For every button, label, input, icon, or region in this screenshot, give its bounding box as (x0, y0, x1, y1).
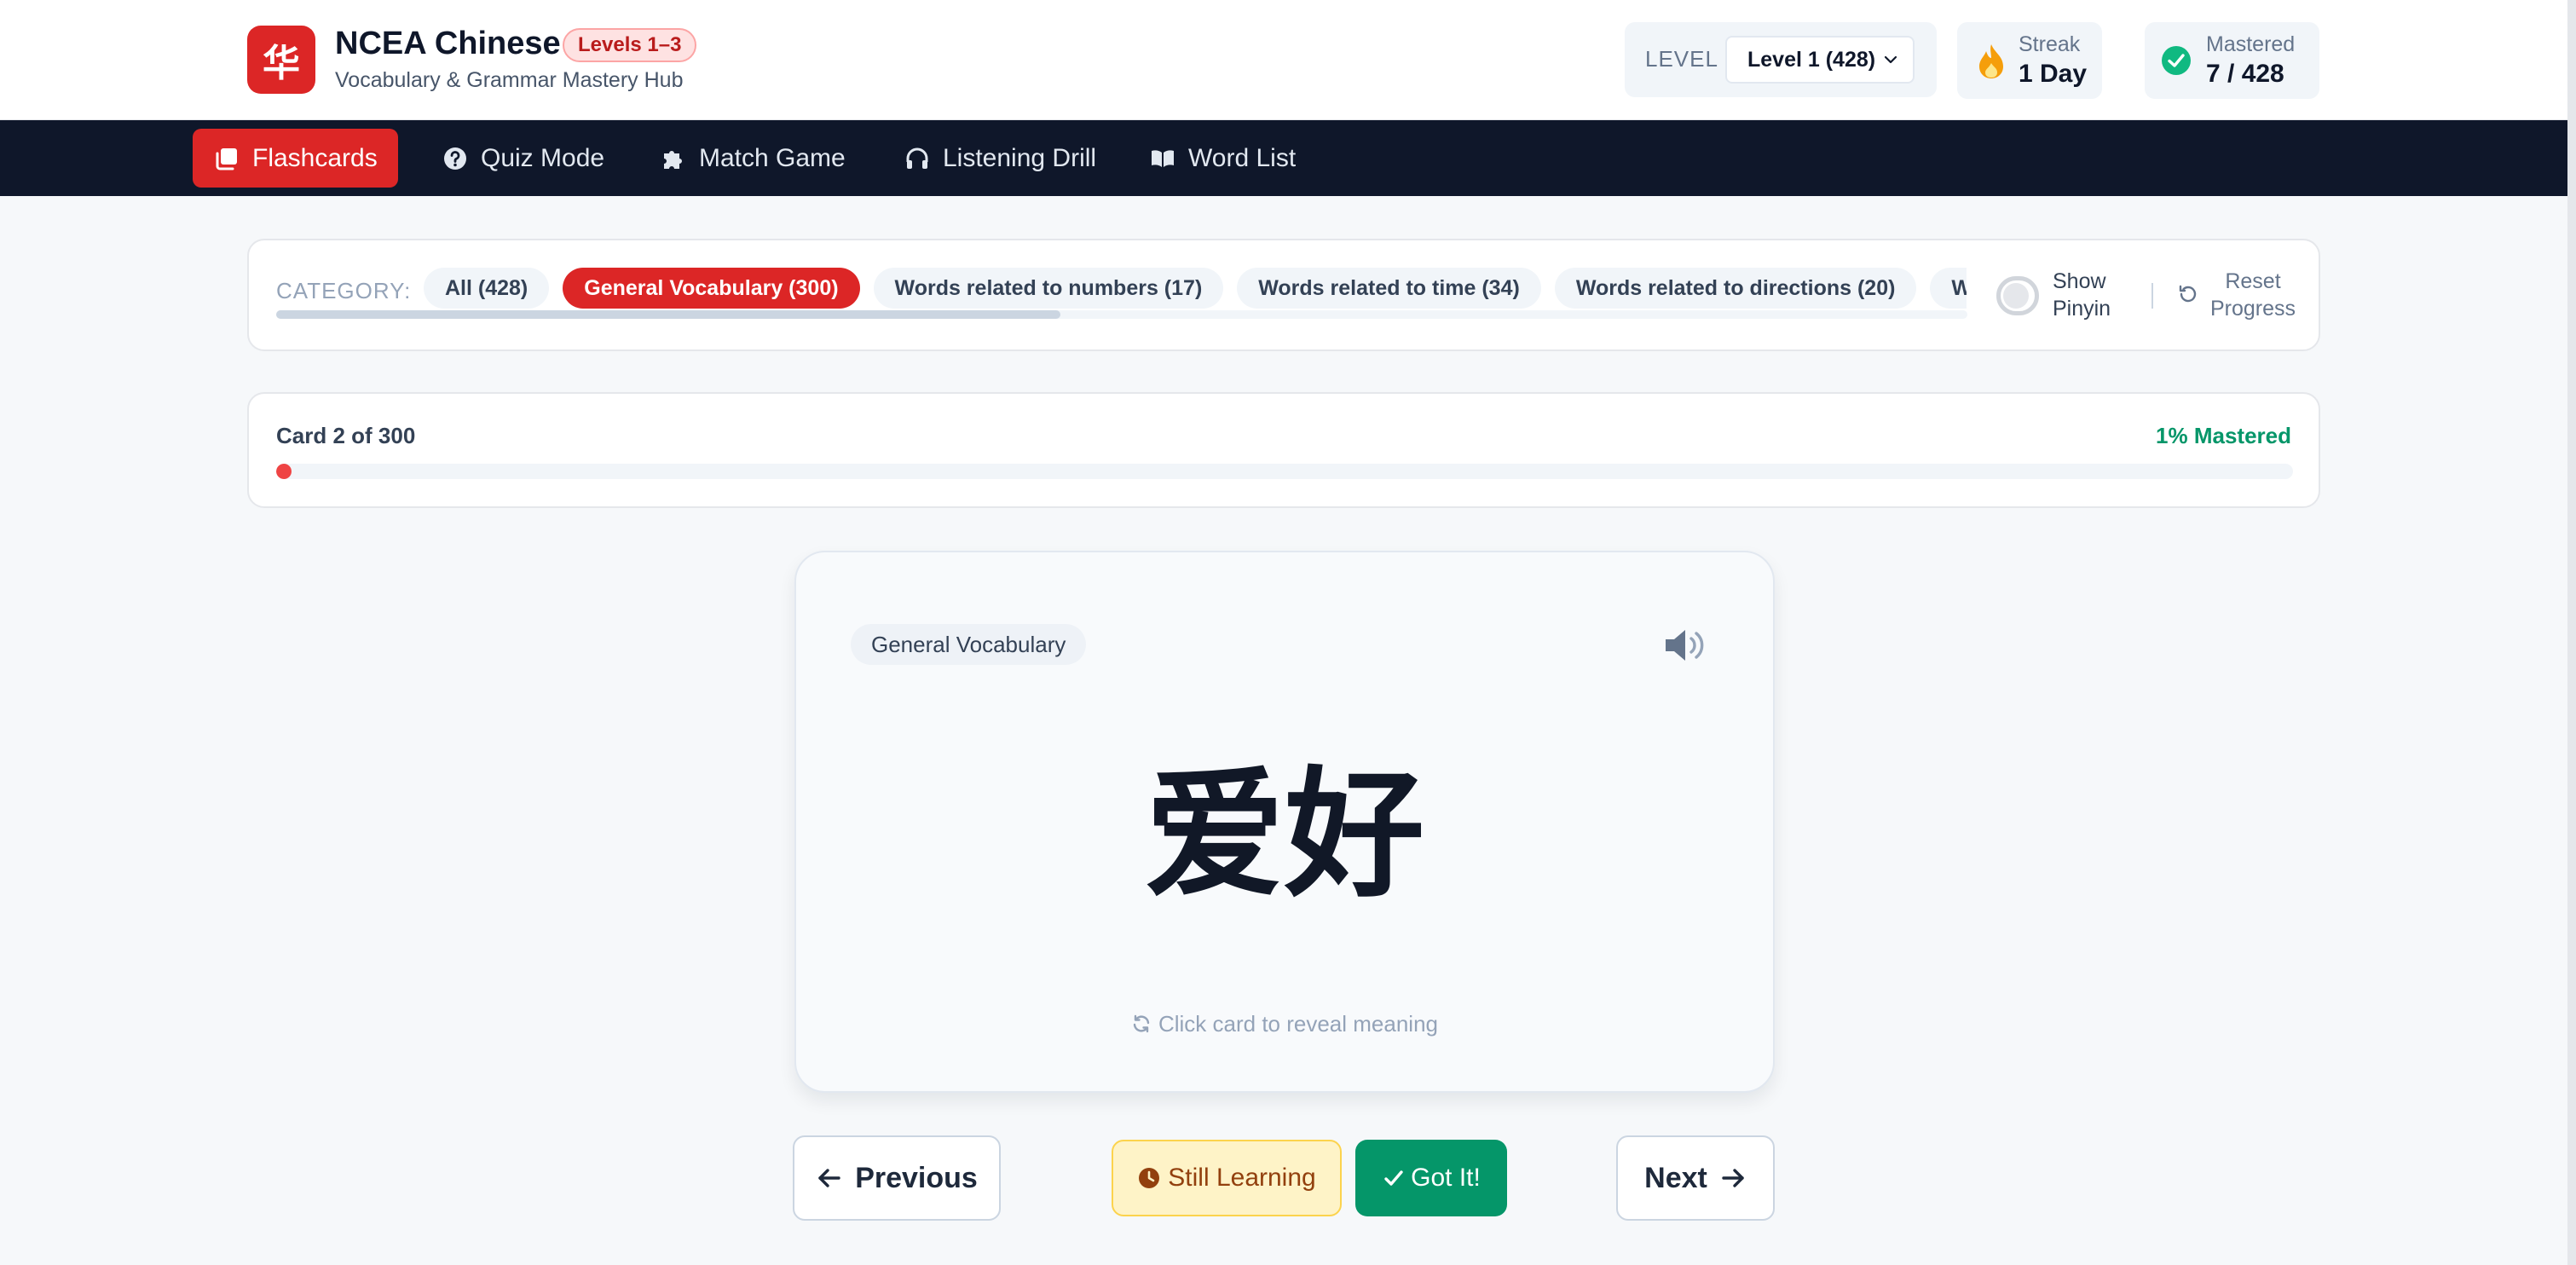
main-nav: Flashcards Quiz Mode Match Game Listenin… (0, 120, 2567, 196)
show-pinyin-label[interactable]: Show Pinyin (2053, 268, 2129, 322)
divider (2151, 283, 2153, 309)
streak-widget: Streak 1 Day (1957, 22, 2102, 99)
tab-listening-drill-label: Listening Drill (943, 143, 1097, 172)
category-label: CATEGORY: (276, 278, 412, 303)
category-chip-general-vocabulary[interactable]: General Vocabulary (300) (563, 268, 860, 309)
toggle-knob (2003, 283, 2029, 309)
category-scrollbar-thumb[interactable] (276, 310, 1060, 319)
tab-match-game-label: Match Game (699, 143, 846, 172)
previous-button[interactable]: Previous (793, 1135, 1001, 1221)
next-button[interactable]: Next (1616, 1135, 1775, 1221)
show-pinyin-toggle[interactable] (1996, 276, 2039, 315)
tab-match-game[interactable]: Match Game (639, 129, 866, 188)
streak-value: 1 Day (2019, 60, 2088, 88)
puzzle-icon (664, 150, 682, 169)
progress-bar (276, 464, 2293, 479)
reset-progress-button[interactable]: Reset Progress (2206, 268, 2300, 322)
card-hint: Click card to reveal meaning (796, 1011, 1773, 1037)
category-chip-time[interactable]: Words related to time (34) (1237, 268, 1541, 309)
category-panel: CATEGORY: All (428) General Vocabulary (3… (247, 239, 2320, 351)
mastered-percentage: 1% Mastered (2156, 423, 2291, 448)
levels-badge: Levels 1–3 (563, 28, 697, 62)
headphones-icon (906, 147, 928, 169)
tab-listening-drill[interactable]: Listening Drill (883, 129, 1117, 188)
app-title: NCEA Chinese (335, 26, 561, 61)
got-it-label: Got It! (1411, 1164, 1481, 1192)
speaker-icon[interactable] (1662, 626, 1710, 665)
tab-flashcards-label: Flashcards (252, 143, 378, 172)
clock-icon (1139, 1168, 1160, 1188)
level-label: LEVEL (1645, 46, 1718, 72)
level-select[interactable]: Level 1 (428) (1725, 36, 1915, 84)
card-counter: Card 2 of 300 (276, 423, 416, 448)
mastered-widget: Mastered 7 / 428 (2145, 22, 2319, 99)
flashcard[interactable]: General Vocabulary 爱好 Click card to reve… (794, 551, 1775, 1093)
refresh-icon (1133, 1014, 1150, 1033)
mastered-value: 7 / 428 (2206, 60, 2284, 88)
progress-bar-fill (276, 464, 292, 479)
next-label: Next (1644, 1161, 1707, 1194)
progress-panel: Card 2 of 300 1% Mastered (247, 392, 2320, 508)
app-logo: 华 (247, 26, 315, 94)
book-open-icon (1152, 149, 1174, 167)
category-chip-all[interactable]: All (428) (424, 268, 550, 309)
category-chip-truncated[interactable]: Word (1930, 268, 1967, 309)
question-circle-icon (444, 147, 466, 170)
still-learning-label: Still Learning (1168, 1164, 1316, 1192)
card-hanzi: 爱好 (1144, 754, 1424, 916)
cards-icon (216, 147, 237, 170)
tab-quiz-mode[interactable]: Quiz Mode (421, 129, 625, 188)
category-chip-list: All (428) General Vocabulary (300) Words r… (424, 268, 1967, 310)
app-header: 华 NCEA Chinese Levels 1–3 Vocabulary & G… (0, 0, 2567, 120)
window-scrollbar[interactable] (2567, 0, 2576, 1265)
level-selector-box: LEVEL Level 1 (428) (1625, 22, 1937, 97)
tab-flashcards[interactable]: Flashcards (193, 129, 398, 188)
category-chip-directions[interactable]: Words related to directions (20) (1554, 268, 1917, 309)
flame-icon (1979, 44, 2003, 78)
still-learning-button[interactable]: Still Learning (1112, 1140, 1342, 1216)
chevron-down-icon (1884, 55, 1897, 64)
check-icon (1384, 1170, 1403, 1186)
level-select-value: Level 1 (428) (1747, 47, 1876, 72)
arrow-left-icon (818, 1169, 840, 1187)
reset-icon[interactable] (2177, 283, 2199, 305)
mastered-label: Mastered (2206, 32, 2296, 56)
streak-label: Streak (2019, 32, 2081, 56)
card-category-chip: General Vocabulary (851, 624, 1087, 665)
previous-label: Previous (855, 1161, 978, 1194)
tab-word-list-label: Word List (1188, 143, 1297, 172)
arrow-right-icon (1722, 1169, 1744, 1187)
category-chip-numbers[interactable]: Words related to numbers (17) (873, 268, 1224, 309)
check-circle-icon (2162, 46, 2191, 75)
category-scrollbar[interactable] (276, 310, 1967, 319)
got-it-button[interactable]: Got It! (1355, 1140, 1507, 1216)
card-hint-text: Click card to reveal meaning (1158, 1011, 1439, 1037)
app-subtitle: Vocabulary & Grammar Mastery Hub (335, 68, 684, 92)
tab-quiz-mode-label: Quiz Mode (481, 143, 605, 172)
tab-word-list[interactable]: Word List (1129, 129, 1316, 188)
